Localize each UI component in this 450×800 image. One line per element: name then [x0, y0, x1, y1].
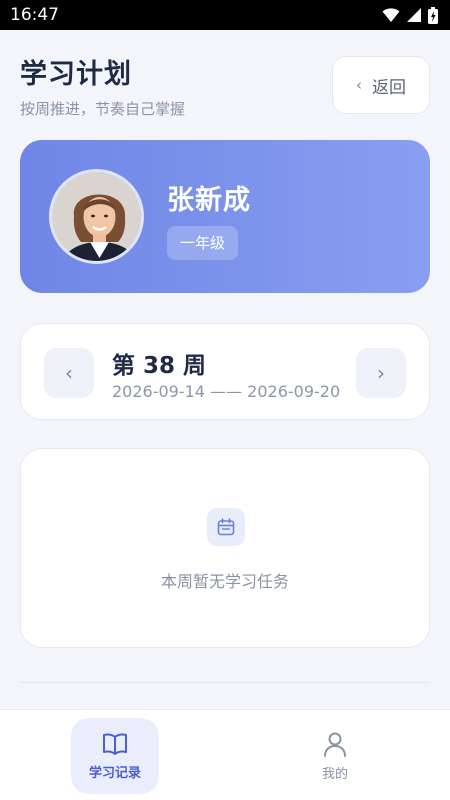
status-time: 16:47 — [10, 5, 59, 25]
status-bar: 16:47 — [0, 0, 450, 30]
wifi-icon — [382, 8, 400, 22]
previous-week-button[interactable]: ‹ — [44, 348, 94, 398]
empty-state-message: 本周暂无学习任务 — [160, 572, 289, 591]
grade-badge: 一年级 — [167, 226, 239, 260]
chevron-right-icon: › — [377, 361, 385, 385]
nav-label: 学习记录 — [88, 765, 141, 781]
battery-icon — [428, 6, 438, 24]
empty-task-card: 本周暂无学习任务 — [20, 448, 430, 648]
back-button[interactable]: ‹ 返回 — [332, 56, 430, 114]
nav-item-mine[interactable]: 我的 — [291, 718, 379, 794]
book-icon — [103, 733, 127, 755]
next-week-button[interactable]: › — [356, 348, 406, 398]
week-title: 第 38 周 — [112, 353, 207, 379]
nav-item-learning-records[interactable]: 学习记录 — [71, 718, 159, 794]
chevron-left-icon: ‹ — [356, 76, 362, 94]
status-icons — [382, 6, 438, 24]
profile-card: 张新成 一年级 — [20, 140, 430, 293]
page-subtitle: 按周推进，节奏自己掌握 — [20, 100, 186, 118]
week-selector-card: ‹ 第 38 周 2026-09-14 —— 2026-09-20 › — [20, 323, 430, 420]
back-button-label: 返回 — [372, 77, 406, 98]
avatar — [49, 169, 144, 264]
profile-name: 张新成 — [167, 185, 251, 216]
chevron-left-icon: ‹ — [65, 361, 73, 385]
bottom-nav: 学习记录 我的 — [0, 709, 450, 800]
person-icon — [324, 732, 346, 757]
nav-label: 我的 — [321, 766, 348, 782]
week-date-range: 2026-09-14 —— 2026-09-20 — [112, 382, 341, 401]
page-header: 学习计划 按周推进，节奏自己掌握 ‹ 返回 — [20, 52, 430, 122]
calendar-icon — [207, 508, 245, 546]
signal-icon — [407, 8, 421, 22]
divider — [20, 682, 430, 683]
